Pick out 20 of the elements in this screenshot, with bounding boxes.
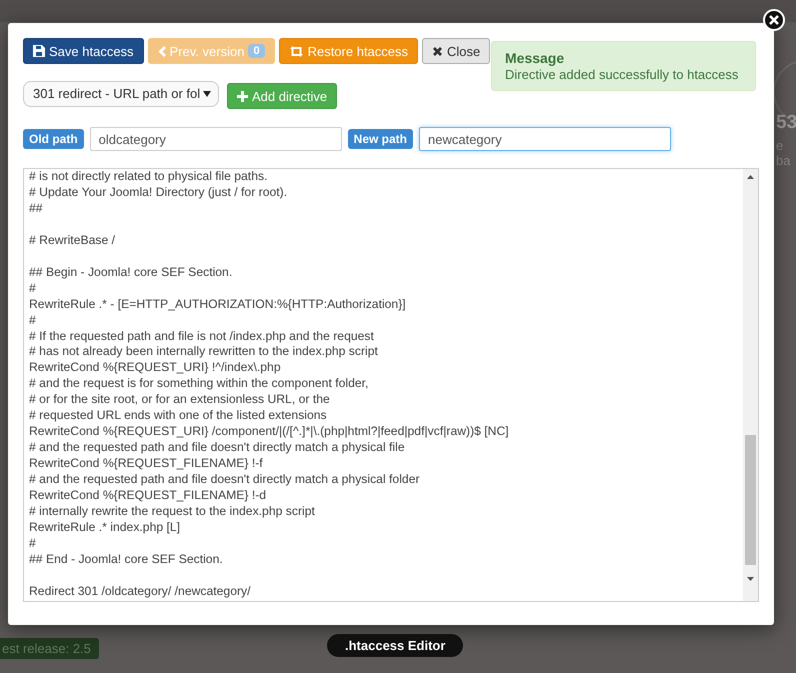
editor-caption: .htaccess Editor bbox=[327, 634, 464, 657]
scrollbar[interactable] bbox=[743, 169, 758, 601]
caret-icon bbox=[203, 90, 211, 96]
close-icon[interactable] bbox=[763, 9, 785, 31]
close-button[interactable]: Close bbox=[422, 38, 490, 64]
new-path-input[interactable]: newcategory bbox=[419, 127, 672, 151]
old-path-label: Old path bbox=[23, 129, 84, 149]
release-badge: est release: 2.5 bbox=[0, 638, 99, 659]
message-title: Message bbox=[505, 50, 566, 66]
old-path-input[interactable]: oldcategory bbox=[90, 127, 342, 151]
directive-dropdown[interactable]: 301 redirect - URL path or fol bbox=[23, 80, 219, 106]
htaccess-code: # is not directly related to physical file paths. # Update Your Joomla! Directory (just / for root). ## # RewriteBase / ## Begin - Joomla! core SEF Section. # RewriteRule .* - [E=HTTP_AUTHORIZATION:%{HTTP:Authorization}] # # If the requested path and file is not /index.php and the request # has not already been internally rewritten to the index.php script RewriteCond %{REQUEST_URI} !^/index\.php # and the request is for something within the component folder, # or for the site root, or for an extensionless URL, or the # requested URL ends with one of the listed extensions RewriteCond %{REQUEST_URI} /component/|(/[^.]*|\.(php|html?|feed|pdf|vcf|raw))$ [NC] # and the requested path and file doesn't directly match a physical file RewriteCond %{REQUEST_FILENAME} !-f # and the requested path and file doesn't directly match a physical folder RewriteCond %{REQUEST_FILENAME} !-d # internally rewrite the request to the index.php script RewriteRule .* index.php [L] # ## End - Joomla! core SEF Section. Redirect 301 /oldcategory/ /newcategory/ bbox=[28, 169, 510, 600]
close-icon bbox=[432, 46, 444, 56]
code-editor[interactable] bbox=[23, 168, 759, 602]
plus-icon bbox=[237, 90, 248, 102]
count-badge: 0 bbox=[248, 44, 265, 58]
save-button[interactable]: Save htaccess bbox=[23, 38, 144, 64]
new-path-label: New path bbox=[348, 129, 414, 149]
chevron-left-icon bbox=[158, 46, 166, 56]
message-text: Directive added successfully to htaccess bbox=[505, 67, 740, 82]
